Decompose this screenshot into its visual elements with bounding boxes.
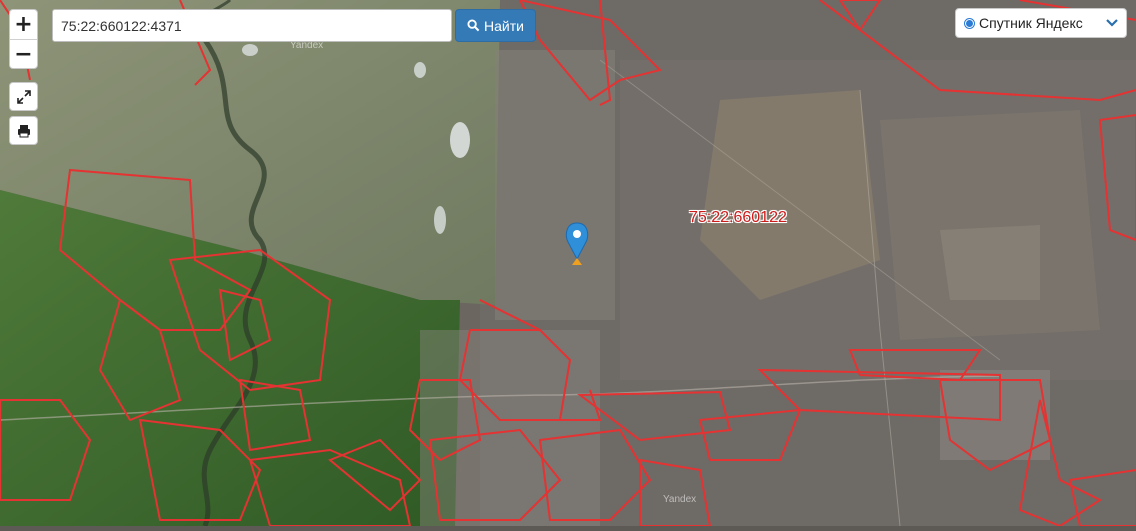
print-icon [17,124,30,137]
zoom-control: + − [9,9,38,69]
layer-select-label: Спутник Яндекс [979,15,1083,31]
layer-select[interactable]: Спутник Яндекс [955,8,1127,38]
radio-selected-icon [964,17,975,29]
yandex-watermark: Yandex [663,494,697,505]
satellite-map[interactable]: Yandex Yandex 75:22:660122 [0,0,1136,528]
fullscreen-button[interactable] [9,82,38,111]
zoom-in-button[interactable]: + [10,10,37,39]
find-button[interactable]: Найти [455,9,536,42]
find-button-label: Найти [484,17,524,34]
parcel-label: 75:22:660122 [689,209,787,226]
search-input[interactable] [52,9,452,42]
search-icon [467,19,480,32]
expand-icon [16,89,31,104]
zoom-out-button[interactable]: − [10,40,37,68]
print-button[interactable] [9,116,38,145]
map-imagery [0,0,1136,528]
chevron-down-icon [1106,19,1118,27]
